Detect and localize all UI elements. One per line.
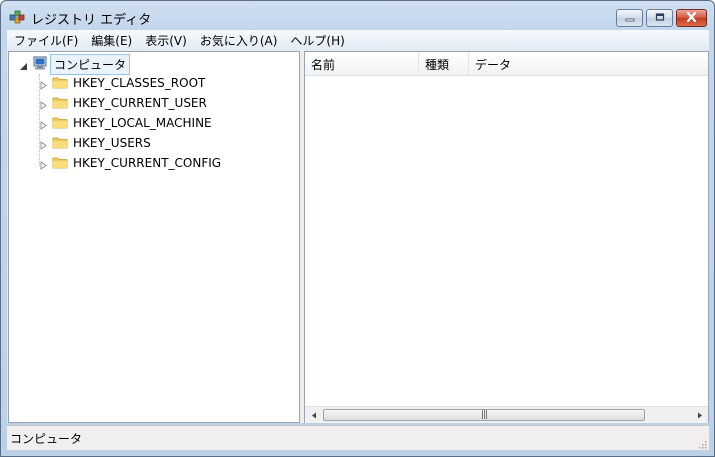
horizontal-scrollbar[interactable]: |||: [305, 406, 708, 423]
grip-icon: |||: [480, 409, 488, 420]
column-header-label: 名前: [311, 57, 336, 72]
close-button[interactable]: [676, 9, 707, 27]
list-header: 名前 種類 データ: [305, 52, 708, 76]
tree-item-hkey-classes-root[interactable]: HKEY_CLASSES_ROOT: [39, 74, 208, 92]
value-list-pane[interactable]: 名前 種類 データ |||: [304, 51, 709, 423]
arrow-right-icon: [697, 408, 703, 422]
folder-icon: [52, 115, 68, 132]
menu-favorites[interactable]: お気に入り(A): [193, 32, 284, 49]
arrow-left-icon: [311, 408, 317, 422]
scrollbar-thumb[interactable]: |||: [323, 409, 645, 421]
expand-icon[interactable]: [39, 79, 48, 90]
expand-icon[interactable]: [39, 139, 48, 150]
column-header-name[interactable]: 名前: [305, 52, 419, 76]
menu-bar: ファイル(F) 編集(E) 表示(V) お気に入り(A) ヘルプ(H): [7, 30, 709, 50]
tree-item-label: HKEY_CURRENT_USER: [73, 96, 207, 110]
tree-item-computer[interactable]: コンピュータ: [19, 53, 131, 75]
column-header-label: データ: [475, 57, 512, 72]
column-header-label: 種類: [425, 57, 450, 72]
maximize-icon: [655, 11, 665, 25]
folder-icon: [52, 75, 68, 92]
menu-file[interactable]: ファイル(F): [7, 32, 84, 49]
collapse-icon[interactable]: [19, 60, 28, 70]
computer-icon: [32, 56, 48, 73]
window-title: レジストリ エディタ: [31, 13, 152, 28]
menu-help[interactable]: ヘルプ(H): [283, 32, 350, 49]
scroll-right-button[interactable]: [691, 407, 708, 423]
status-bar: コンピュータ: [7, 425, 709, 450]
minimize-button[interactable]: [616, 9, 643, 27]
tree-item-label: HKEY_CLASSES_ROOT: [73, 76, 206, 90]
tree-root-label: コンピュータ: [50, 53, 131, 75]
menu-view[interactable]: 表示(V): [138, 32, 193, 49]
expand-icon[interactable]: [39, 99, 48, 110]
expand-icon[interactable]: [39, 159, 48, 170]
main-content: コンピュータ HKEY_CLASSES_ROOT HKEY_CURRENT_US…: [7, 50, 709, 423]
column-header-type[interactable]: 種類: [419, 52, 469, 76]
tree-item-hkey-current-config[interactable]: HKEY_CURRENT_CONFIG: [39, 154, 224, 172]
close-icon: [686, 11, 697, 25]
maximize-button[interactable]: [646, 9, 673, 27]
tree-item-hkey-users[interactable]: HKEY_USERS: [39, 134, 154, 152]
tree-item-hkey-local-machine[interactable]: HKEY_LOCAL_MACHINE: [39, 114, 215, 132]
column-header-data[interactable]: データ: [469, 52, 707, 76]
tree-item-hkey-current-user[interactable]: HKEY_CURRENT_USER: [39, 94, 210, 112]
tree-item-label: HKEY_CURRENT_CONFIG: [73, 156, 222, 170]
title-bar[interactable]: レジストリ エディタ: [1, 1, 714, 31]
resize-grip-icon[interactable]: [697, 438, 707, 449]
minimize-icon: [625, 11, 635, 25]
menu-edit[interactable]: 編集(E): [84, 32, 138, 49]
registry-editor-icon: [9, 9, 25, 25]
tree-item-label: HKEY_LOCAL_MACHINE: [73, 116, 212, 130]
folder-icon: [52, 135, 68, 152]
registry-editor-window: レジストリ エディタ ファイル(F) 編集(E) 表示(V) お気に入り(A) …: [0, 0, 715, 457]
folder-icon: [52, 95, 68, 112]
status-text: コンピュータ: [10, 431, 83, 446]
folder-icon: [52, 155, 68, 172]
key-tree-pane[interactable]: コンピュータ HKEY_CLASSES_ROOT HKEY_CURRENT_US…: [8, 51, 300, 423]
scroll-left-button[interactable]: [305, 407, 322, 423]
expand-icon[interactable]: [39, 119, 48, 130]
tree-item-label: HKEY_USERS: [73, 136, 151, 150]
